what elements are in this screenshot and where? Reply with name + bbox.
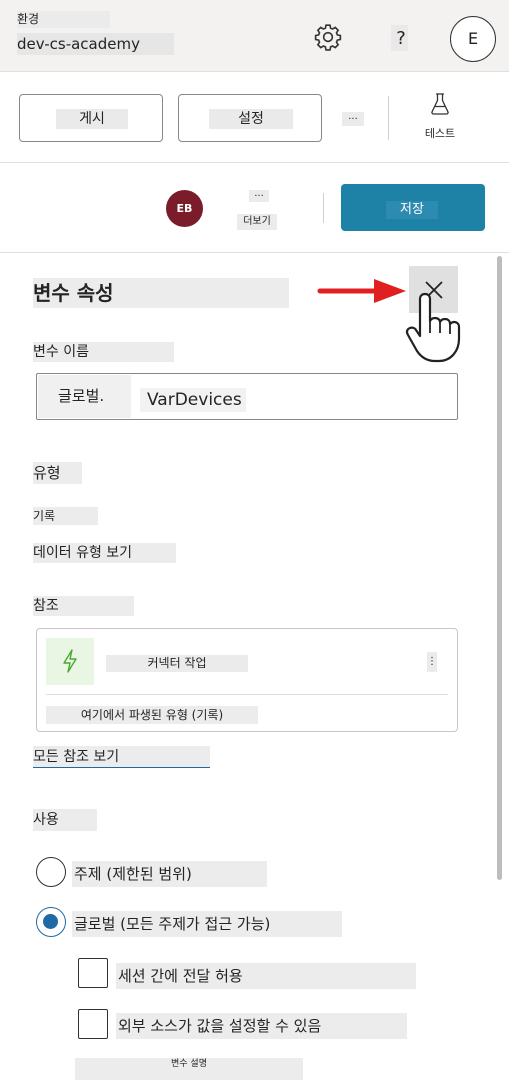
- type-value: 기록: [33, 507, 98, 525]
- panel-scrollbar[interactable]: [497, 256, 502, 880]
- arrow-icon: [317, 279, 406, 303]
- references-label: 참조: [33, 596, 134, 616]
- pointer-hand-icon: [405, 292, 461, 363]
- lightning-icon: [63, 649, 77, 673]
- reference-divider: [46, 694, 448, 695]
- radio-global-scope-label[interactable]: 글로벌 (모든 주제가 접근 가능): [72, 911, 342, 937]
- environment-name[interactable]: dev-cs-academy: [17, 33, 174, 55]
- command-divider: [388, 96, 389, 140]
- more-commands-button[interactable]: ...: [342, 112, 364, 126]
- environment-label: 환경: [17, 11, 110, 28]
- type-label: 유형: [33, 462, 82, 484]
- user-avatar[interactable]: E: [450, 16, 496, 62]
- header-divider: [0, 252, 509, 253]
- save-divider: [323, 193, 324, 223]
- checkbox-persist-sessions[interactable]: [78, 958, 108, 988]
- save-label: 저장: [386, 201, 438, 219]
- flask-icon[interactable]: [428, 92, 452, 116]
- view-all-references-link[interactable]: 모든 참조 보기: [33, 746, 210, 768]
- publish-label: 게시: [56, 109, 128, 129]
- gear-icon[interactable]: [313, 22, 343, 52]
- radio-topic-scope[interactable]: [36, 857, 66, 887]
- variable-name-label: 변수 이름: [33, 342, 174, 362]
- settings-label: 설정: [209, 109, 293, 129]
- publish-button[interactable]: 게시: [19, 94, 163, 142]
- more-options-icon[interactable]: ...: [249, 189, 269, 202]
- checkbox-external-source[interactable]: [78, 1009, 108, 1039]
- variable-name-input[interactable]: VarDevices: [140, 388, 246, 412]
- description-label: 변수 설명: [75, 1058, 303, 1080]
- radio-global-scope[interactable]: [36, 907, 66, 937]
- checkbox-external-source-label[interactable]: 외부 소스가 값을 설정할 수 있음: [116, 1013, 407, 1039]
- view-data-type-link[interactable]: 데이터 유형 보기: [33, 543, 176, 563]
- radio-topic-scope-label[interactable]: 주제 (제한된 범위): [72, 861, 267, 887]
- reference-title[interactable]: 커넥터 작업: [106, 655, 248, 672]
- settings-button[interactable]: 설정: [178, 94, 322, 142]
- reference-derived-type: 여기에서 파생된 유형 (기록): [46, 706, 258, 724]
- more-options-label[interactable]: 더보기: [237, 214, 277, 230]
- test-label[interactable]: 테스트: [420, 126, 460, 142]
- variable-scope-prefix: 글로벌.: [38, 375, 131, 418]
- panel-title: 변수 속성: [33, 278, 289, 308]
- editor-avatar[interactable]: EB: [166, 190, 203, 227]
- help-icon[interactable]: ?: [388, 26, 414, 52]
- reference-menu-icon[interactable]: ⋮: [427, 652, 437, 672]
- checkbox-persist-sessions-label[interactable]: 세션 간에 전달 허용: [116, 963, 416, 989]
- usage-label: 사용: [33, 809, 97, 831]
